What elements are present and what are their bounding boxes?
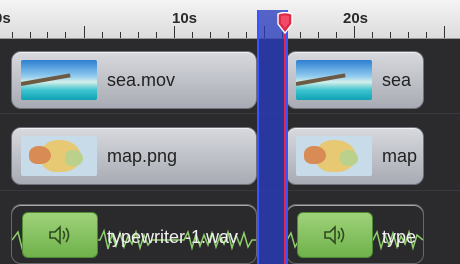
ruler-tick (444, 26, 445, 38)
image-clip-map-left[interactable]: map.png (11, 127, 257, 185)
ruler-tick (65, 32, 66, 38)
ruler-tick (12, 32, 13, 38)
speaker-icon (22, 212, 98, 258)
clip-name: sea.mov (107, 70, 176, 90)
playhead-line[interactable] (284, 22, 286, 264)
image-track: map.png map (0, 114, 460, 191)
ruler-label-0s: 0s (0, 10, 11, 27)
ruler-tick (318, 32, 319, 38)
ruler-tick (354, 26, 355, 38)
time-ruler[interactable]: 0s 10s 20s (0, 0, 460, 39)
clip-name: sea (382, 70, 412, 90)
ruler-tick (138, 32, 139, 38)
ruler-tick (192, 32, 193, 38)
clip-name: map (382, 146, 418, 166)
video-clip-sea-right[interactable]: sea (286, 51, 424, 109)
timeline-editor: 0s 10s 20s sea.mov sea map.png (0, 0, 460, 264)
video-track: sea.mov sea (0, 39, 460, 114)
ruler-tick (372, 32, 373, 38)
ruler-label-10s: 10s (172, 10, 198, 27)
ruler-label-20s: 20s (343, 10, 369, 27)
ruler-tick (174, 26, 175, 38)
ruler-tick (156, 32, 157, 38)
ruler-tick (30, 32, 31, 38)
ruler-tick (426, 32, 427, 38)
ruler-tick (210, 32, 211, 38)
ruler-tick (84, 26, 85, 38)
audio-clip-typewriter-left[interactable]: typewriter-1.wav (11, 204, 257, 264)
image-clip-map-right[interactable]: map (286, 127, 424, 185)
ruler-tick (228, 32, 229, 38)
ruler-tick (120, 32, 121, 38)
ruler-tick (336, 32, 337, 38)
ruler-tick (300, 32, 301, 38)
video-clip-sea-left[interactable]: sea.mov (11, 51, 257, 109)
audio-track: typewriter-1.wav type (0, 191, 460, 264)
ruler-tick (246, 32, 247, 38)
clip-name: type (382, 227, 417, 247)
map-thumbnail (296, 136, 372, 176)
ruler-tick (102, 32, 103, 38)
speaker-icon (297, 212, 373, 258)
ruler-tick (390, 32, 391, 38)
clip-name: map.png (107, 146, 178, 166)
ruler-tick (47, 32, 48, 38)
playhead-marker-icon[interactable] (276, 12, 294, 34)
sea-thumbnail (21, 60, 97, 100)
sea-thumbnail (296, 60, 372, 100)
ruler-tick (408, 32, 409, 38)
audio-clip-typewriter-right[interactable]: type (286, 204, 424, 264)
clip-name: typewriter-1.wav (107, 227, 239, 247)
map-thumbnail (21, 136, 97, 176)
